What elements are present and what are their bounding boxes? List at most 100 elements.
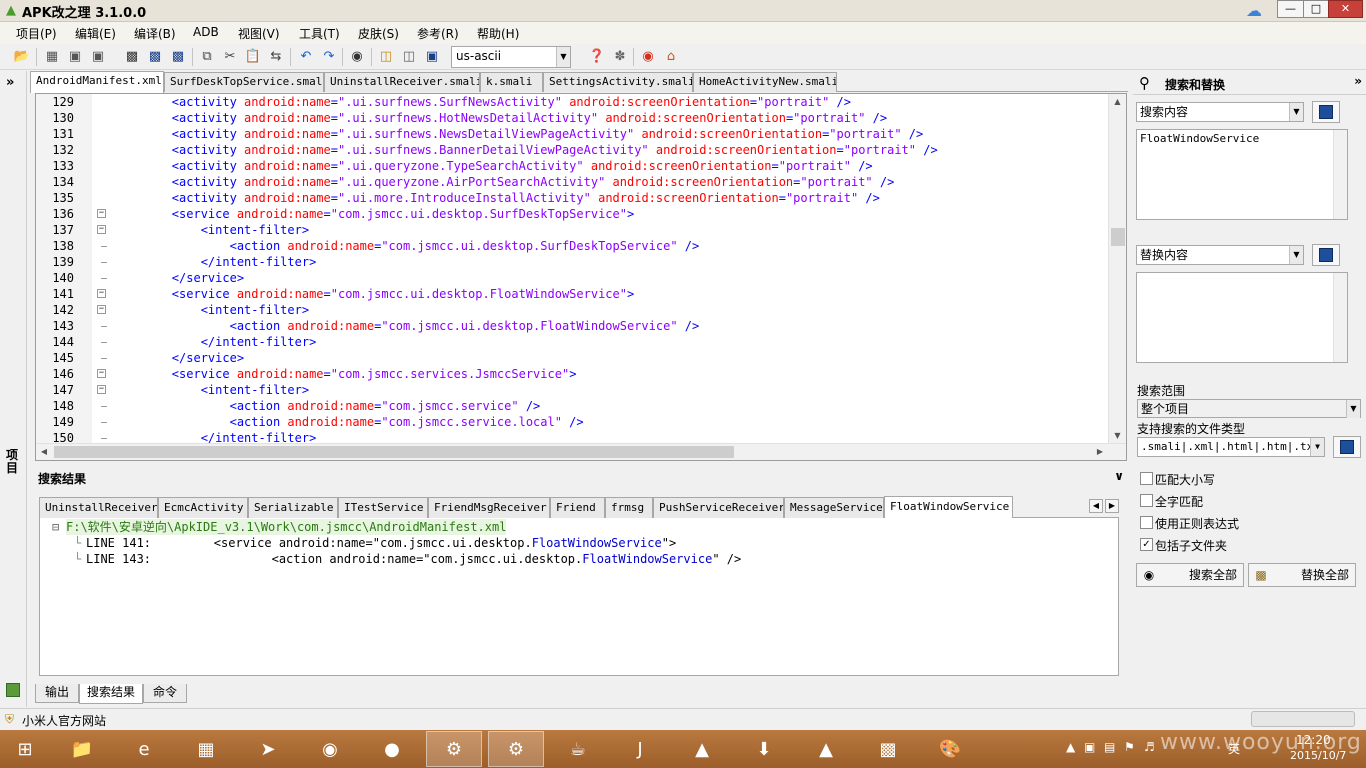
menu-view[interactable]: 视图(V) — [238, 25, 280, 42]
firefox-icon[interactable]: ● — [364, 731, 420, 767]
code-line[interactable]: 146 − <service android:name="com.jsmcc.se… — [36, 366, 1108, 382]
paste-icon[interactable]: 📋 — [243, 48, 263, 66]
code-line[interactable]: 131 <activity android:name=".ui.surfnews… — [36, 126, 1108, 142]
scroll-thumb[interactable] — [1111, 228, 1125, 246]
tab-androidmanifest[interactable]: AndroidManifest.xml — [30, 71, 164, 93]
code-line[interactable]: 132 <activity android:name=".ui.surfnews… — [36, 142, 1108, 158]
scroll-thumb[interactable] — [54, 446, 734, 458]
search-results-tree[interactable]: ⊟ F:\软件\安卓逆向\ApkIDE_v3.1\Work\com.jsmcc\… — [39, 518, 1119, 676]
whole-word-label[interactable]: 全字匹配 — [1155, 493, 1203, 510]
encoding-select[interactable]: us-ascii ▼ — [451, 46, 571, 68]
code-line[interactable]: 142 − <intent-filter> — [36, 302, 1108, 318]
result-tab[interactable]: Friend — [550, 497, 605, 518]
result-line[interactable]: <service android:name="com.jsmcc.ui.desk… — [156, 535, 676, 551]
textbox-scrollbar[interactable] — [1333, 273, 1347, 362]
save-as-icon[interactable]: ▩ — [168, 48, 188, 66]
scroll-right-icon[interactable]: ▶ — [1092, 444, 1108, 460]
tray-flag-icon[interactable]: ⚑ — [1124, 740, 1135, 754]
include-subfolders-label[interactable]: 包括子文件夹 — [1155, 537, 1227, 554]
code-line[interactable]: 139 </intent-filter> — [36, 254, 1108, 270]
result-tab[interactable]: FriendMsgReceiver — [428, 497, 550, 518]
code-line[interactable]: 129 <activity android:name=".ui.surfnews… — [36, 94, 1108, 110]
include-subfolders-checkbox[interactable]: ✓ — [1140, 538, 1153, 551]
tray-volume-icon[interactable]: ♬ — [1144, 740, 1155, 754]
tab-command[interactable]: 命令 — [143, 684, 187, 703]
whole-word-checkbox[interactable] — [1140, 494, 1153, 507]
save-all-icon[interactable]: ▩ — [145, 48, 165, 66]
tray-network-icon[interactable]: ▤ — [1104, 740, 1115, 754]
java-cup-icon[interactable]: ☕ — [550, 731, 606, 767]
result-tab[interactable]: frmsg — [605, 497, 653, 518]
code-line[interactable]: 133 <activity android:name=".ui.queryzon… — [36, 158, 1108, 174]
android-ide-es-icon[interactable]: ⚙ — [488, 731, 544, 767]
tab-homeactivitynew[interactable]: HomeActivityNew.smali — [693, 72, 837, 92]
menu-reference[interactable]: 参考(R) — [417, 25, 459, 42]
filetype-select[interactable]: .smali|.xml|.html|.htm|.txt ▼ — [1137, 437, 1325, 457]
fold-toggle-icon[interactable]: − — [97, 385, 106, 394]
netease-music-icon[interactable]: ◉ — [302, 731, 358, 767]
tray-window-icon[interactable]: ▣ — [1084, 740, 1095, 754]
regex-label[interactable]: 使用正则表达式 — [1155, 515, 1239, 532]
vertical-scrollbar[interactable]: ▲ ▼ — [1108, 94, 1126, 444]
match-case-label[interactable]: 匹配大小写 — [1155, 471, 1215, 488]
clock-time[interactable]: 12:20 — [1296, 733, 1331, 747]
menu-edit[interactable]: 编辑(E) — [75, 25, 116, 42]
maximize-button[interactable]: □ — [1303, 0, 1329, 18]
weibo-icon[interactable]: ◉ — [638, 48, 658, 66]
cmd-icon[interactable]: ▩ — [860, 731, 916, 767]
jd-icon[interactable]: J — [612, 731, 668, 767]
fold-toggle-icon[interactable]: − — [97, 209, 106, 218]
file-explorer-icon[interactable]: 📁 — [54, 731, 110, 767]
code-line[interactable]: 144 </intent-filter> — [36, 334, 1108, 350]
chevron-down-icon[interactable]: ▼ — [1346, 400, 1360, 418]
code-line[interactable]: 141 − <service android:name="com.jsmcc.ui… — [36, 286, 1108, 302]
cut-icon[interactable]: ✂ — [220, 48, 240, 66]
tab-uninstallreceiver[interactable]: UninstallReceiver.smali — [324, 72, 480, 92]
android-icon[interactable] — [6, 683, 20, 697]
menu-skin[interactable]: 皮肤(S) — [358, 25, 399, 42]
result-tab[interactable]: EcmcActivity — [158, 497, 248, 518]
replace-all-button[interactable]: ▩ 替换全部 — [1248, 563, 1356, 587]
feige-icon[interactable]: ➤ — [240, 731, 296, 767]
code-line[interactable]: 148 <action android:name="com.jsmcc.serv… — [36, 398, 1108, 414]
code-line[interactable]: 145 </service> — [36, 350, 1108, 366]
download-icon[interactable]: ⬇ — [736, 731, 792, 767]
result-tab[interactable]: PushServiceReceiver — [653, 497, 784, 518]
collapse-chevron-icon[interactable]: ∨ — [1114, 469, 1124, 483]
scope-select[interactable]: 整个项目 ▼ — [1137, 399, 1361, 418]
clock-date[interactable]: 2015/10/7 — [1290, 749, 1346, 762]
minimize-button[interactable]: — — [1277, 0, 1304, 18]
build-icon[interactable]: ▣ — [422, 48, 442, 66]
code-line[interactable]: 135 <activity android:name=".ui.more.Int… — [36, 190, 1108, 206]
find-icon[interactable]: ◉ — [347, 48, 367, 66]
chevron-left-icon[interactable]: ◀ — [1089, 499, 1103, 513]
tab-settingsactivity[interactable]: SettingsActivity.smali — [543, 72, 693, 92]
code-line[interactable]: 136 − <service android:name="com.jsmcc.ui… — [36, 206, 1108, 222]
replace-options-button[interactable] — [1312, 244, 1340, 266]
replace-input[interactable] — [1136, 272, 1348, 363]
fold-toggle-icon[interactable]: − — [97, 225, 106, 234]
scroll-up-icon[interactable]: ▲ — [1109, 94, 1126, 110]
scroll-left-icon[interactable]: ◀ — [36, 444, 52, 460]
code-line[interactable]: 140 </service> — [36, 270, 1108, 286]
search-options-button[interactable] — [1312, 101, 1340, 123]
window-icon[interactable]: ▣ — [65, 48, 85, 66]
regex-checkbox[interactable] — [1140, 516, 1153, 529]
chevron-down-icon[interactable]: ▼ — [1289, 246, 1303, 264]
hat-icon[interactable]: ▲ — [674, 731, 730, 767]
tab-search-results[interactable]: 搜索结果 — [79, 684, 143, 704]
start-icon[interactable]: ⊞ — [0, 731, 50, 767]
export-icon[interactable]: ◫ — [399, 48, 419, 66]
result-line[interactable]: <action android:name="com.jsmcc.ui.deskt… — [156, 551, 742, 567]
match-case-checkbox[interactable] — [1140, 472, 1153, 485]
search-all-button[interactable]: ◉ 搜索全部 — [1136, 563, 1244, 587]
status-text[interactable]: 小米人官方网站 — [22, 712, 106, 729]
result-tab[interactable]: Serializable — [248, 497, 338, 518]
window-icon[interactable]: ▣ — [88, 48, 108, 66]
undo-icon[interactable]: ↶ — [296, 48, 316, 66]
menu-help[interactable]: 帮助(H) — [477, 25, 519, 42]
code-line[interactable]: 134 <activity android:name=".ui.queryzon… — [36, 174, 1108, 190]
redo-icon[interactable]: ↷ — [319, 48, 339, 66]
menu-adb[interactable]: ADB — [193, 25, 219, 39]
chevron-down-icon[interactable]: ▼ — [1310, 438, 1324, 456]
